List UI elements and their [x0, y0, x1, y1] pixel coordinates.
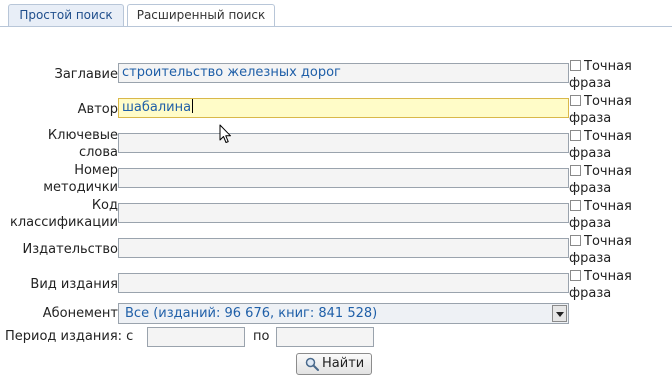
title-input[interactable]: строительство железных дорог	[118, 63, 569, 83]
author-input[interactable]: шабалина	[118, 98, 569, 118]
edition-type-exact-checkbox[interactable]	[570, 270, 581, 281]
subscription-select[interactable]: Все (изданий: 96 676, книг: 841 528)	[118, 303, 569, 324]
author-label: Автор	[77, 102, 118, 117]
period-from-input[interactable]	[147, 327, 245, 347]
manual-number-label: Номер методички	[43, 163, 118, 195]
edition-type-label: Вид издания	[30, 277, 118, 292]
title-exact-checkbox[interactable]	[570, 60, 581, 71]
keywords-exact-checkbox[interactable]	[570, 130, 581, 141]
edition-type-input[interactable]	[118, 273, 569, 293]
manual-number-input[interactable]	[118, 168, 569, 188]
tab-advanced-search[interactable]: Расширенный поиск	[127, 4, 275, 27]
publisher-input[interactable]	[118, 238, 569, 258]
title-label: Заглавие	[54, 67, 118, 82]
period-to-input[interactable]	[276, 327, 374, 347]
tab-simple-search[interactable]: Простой поиск	[8, 4, 124, 26]
subscription-label: Абонемент	[42, 306, 118, 321]
search-icon	[305, 357, 319, 371]
search-button[interactable]: Найти	[296, 353, 372, 375]
classification-input[interactable]	[118, 203, 569, 223]
keywords-label: Ключевые слова	[47, 128, 118, 160]
search-tabs: Простой поиск Расширенный поиск	[0, 0, 672, 27]
text-caret	[192, 99, 194, 113]
tab-divider	[0, 26, 672, 27]
subscription-selected-value: Все (изданий: 96 676, книг: 841 528)	[125, 306, 378, 321]
publisher-exact-checkbox[interactable]	[570, 235, 581, 246]
keywords-input[interactable]	[118, 133, 569, 153]
mouse-pointer-icon	[219, 124, 231, 143]
manual-number-exact-checkbox[interactable]	[570, 165, 581, 176]
classification-exact-checkbox[interactable]	[570, 200, 581, 211]
classification-label: Код классификации	[10, 198, 118, 230]
chevron-down-icon[interactable]	[552, 305, 567, 322]
publisher-label: Издательство	[22, 242, 118, 257]
period-label: Период издания: с	[5, 329, 134, 344]
period-to-label: по	[253, 329, 270, 344]
author-exact-checkbox[interactable]	[570, 95, 581, 106]
